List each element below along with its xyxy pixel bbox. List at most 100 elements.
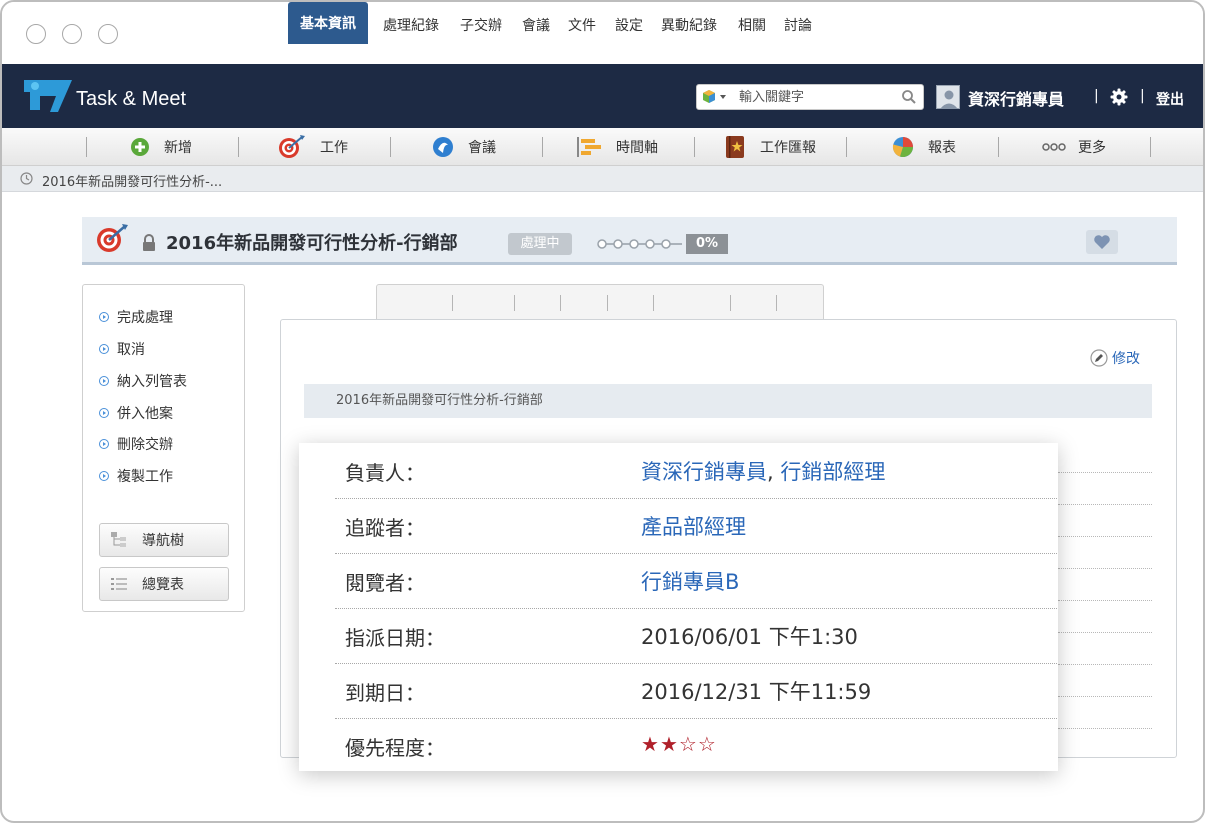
add-icon (131, 138, 149, 156)
tab-sub-assignments[interactable]: 子交辦 (460, 6, 502, 44)
tab-settings[interactable]: 設定 (615, 6, 643, 44)
action-merge-case[interactable]: 併入他案 (99, 403, 173, 423)
star-filled-icon: ★ (641, 732, 659, 756)
action-complete[interactable]: 完成處理 (99, 307, 173, 327)
action-label: 刪除交辦 (117, 437, 173, 453)
action-label: 複製工作 (117, 469, 173, 485)
progress-percent: 0% (686, 234, 728, 254)
main-nav: 新增 工作 會議 時間軸 工作匯報 報表 更多 (2, 128, 1203, 166)
nav-item-task[interactable]: 工作 (278, 128, 348, 166)
window-close-button[interactable] (26, 24, 46, 44)
priority-label: 優先程度： (345, 736, 445, 760)
owner-link[interactable]: 資深行銷專員 (641, 460, 767, 484)
target-icon (97, 224, 128, 252)
nav-item-meeting[interactable]: 會議 (432, 128, 496, 166)
task-subject: 2016年新品開發可行性分析-行銷部 (304, 384, 1152, 418)
page-title: 2016年新品開發可行性分析-行銷部 (166, 233, 458, 254)
edit-button[interactable]: 修改 (1090, 348, 1140, 368)
action-label: 併入他案 (117, 406, 173, 422)
tab-divider (560, 295, 561, 311)
action-cancel[interactable]: 取消 (99, 339, 145, 359)
viewer-link[interactable]: 行銷專員B (641, 566, 739, 596)
priority-rating: ★ ★ ☆ ☆ (641, 734, 717, 754)
star-empty-icon: ☆ (678, 732, 697, 756)
tab-discussion[interactable]: 討論 (784, 6, 812, 44)
progress-dots (597, 239, 682, 249)
action-copy-task[interactable]: 複製工作 (99, 466, 173, 486)
action-label: 納入列管表 (117, 374, 187, 390)
row-divider (1058, 568, 1152, 569)
tab-change-log[interactable]: 異動紀錄 (661, 6, 717, 44)
tab-related[interactable]: 相關 (738, 6, 766, 44)
overview-table-button[interactable]: 總覽表 (99, 567, 229, 601)
follower-link[interactable]: 產品部經理 (641, 511, 746, 541)
nav-divider (846, 137, 847, 157)
overview-table-label: 總覽表 (142, 577, 184, 593)
tab-basic-info[interactable]: 基本資訊 (288, 2, 368, 44)
tab-divider (452, 295, 453, 311)
nav-item-label: 工作 (320, 140, 348, 156)
breadcrumb: 2016年新品開發可行性分析-... (2, 166, 1203, 192)
nav-item-add[interactable]: 新增 (130, 128, 192, 166)
nav-item-timeline[interactable]: 時間軸 (576, 128, 658, 166)
user-avatar[interactable] (936, 85, 960, 109)
star-filled-icon: ★ (659, 732, 678, 756)
nav-divider (1150, 137, 1151, 157)
action-label: 取消 (117, 342, 145, 358)
task-title-bar: 2016年新品開發可行性分析-行銷部 處理中 0% (82, 217, 1177, 265)
tab-divider (607, 295, 608, 311)
favorite-button[interactable] (1086, 230, 1118, 254)
bullet-icon (99, 408, 109, 418)
due-date-label: 到期日： (345, 681, 425, 705)
nav-item-label: 工作匯報 (760, 140, 816, 156)
owner-link[interactable]: 行銷部經理 (780, 460, 885, 484)
header-separator: | (1140, 88, 1145, 104)
viewer-label: 閱覽者： (345, 571, 425, 595)
search-icon[interactable] (901, 89, 917, 105)
gear-icon[interactable] (1110, 88, 1128, 106)
status-badge: 處理中 (508, 233, 572, 255)
pie-chart-icon (892, 137, 913, 157)
nav-tree-button[interactable]: 導航樹 (99, 523, 229, 557)
nav-divider (238, 137, 239, 157)
heart-icon (1094, 235, 1110, 249)
action-add-to-control-list[interactable]: 納入列管表 (99, 371, 187, 391)
bullet-icon (99, 439, 109, 449)
app-window: Task & Meet 資深行銷專員 | (0, 0, 1205, 823)
search-scope-dropdown[interactable] (701, 88, 731, 106)
nav-item-more[interactable]: 更多 (1042, 128, 1106, 166)
row-divider (1058, 632, 1152, 633)
nav-item-reports[interactable]: 報表 (892, 128, 956, 166)
tab-documents[interactable]: 文件 (568, 6, 596, 44)
tab-meetings[interactable]: 會議 (522, 6, 550, 44)
bullet-icon (99, 376, 109, 386)
user-name[interactable]: 資深行銷專員 (968, 86, 1064, 110)
tab-divider (730, 295, 731, 311)
app-brand-name[interactable]: Task & Meet (76, 88, 186, 111)
more-icon (1042, 143, 1066, 151)
tab-divider (776, 295, 777, 311)
tab-process-log[interactable]: 處理紀錄 (383, 6, 439, 44)
window-zoom-button[interactable] (98, 24, 118, 44)
clock-icon (20, 172, 33, 185)
edit-label: 修改 (1112, 351, 1140, 367)
app-logo-icon[interactable] (22, 76, 74, 116)
logout-link[interactable]: 登出 (1156, 89, 1184, 109)
top-header: Task & Meet 資深行銷專員 | (2, 64, 1203, 128)
bullet-icon (99, 312, 109, 322)
row-divider (1058, 696, 1152, 697)
window-minimize-button[interactable] (62, 24, 82, 44)
action-delete-assignment[interactable]: 刪除交辦 (99, 434, 173, 454)
nav-divider (86, 137, 87, 157)
search-input[interactable] (739, 87, 889, 107)
tab-strip (376, 284, 824, 320)
timeline-icon (577, 137, 601, 157)
row-divider (1058, 600, 1152, 601)
row-divider (1058, 504, 1152, 505)
breadcrumb-item[interactable]: 2016年新品開發可行性分析-... (42, 171, 222, 190)
detail-row-viewer: 閱覽者： 行銷專員B (335, 553, 1057, 609)
nav-item-label: 報表 (928, 140, 956, 156)
bullet-icon (99, 471, 109, 481)
detail-row-follower: 追蹤者： 產品部經理 (335, 498, 1057, 554)
nav-item-work-report[interactable]: 工作匯報 (724, 128, 816, 166)
